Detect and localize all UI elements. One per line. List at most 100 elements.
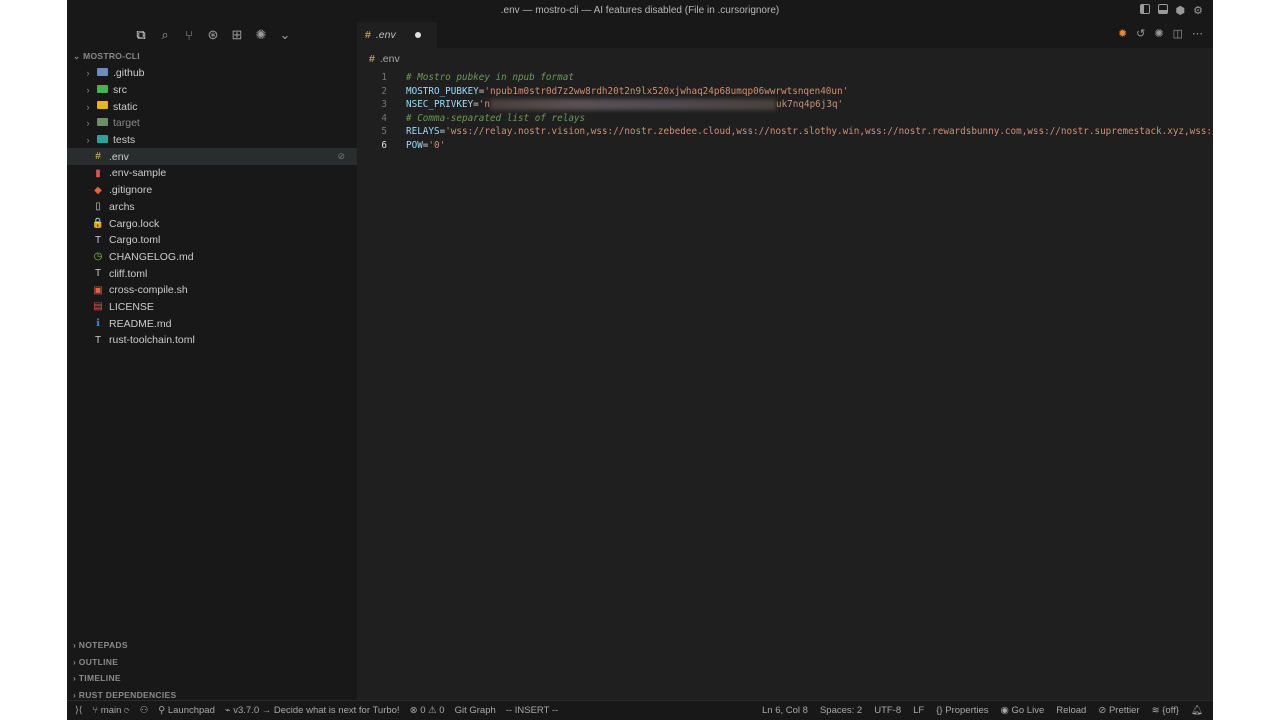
outline-section[interactable]: › OUTLINE: [73, 657, 118, 667]
search-icon[interactable]: ⌕: [153, 23, 177, 47]
source-control-icon[interactable]: ⑂: [177, 23, 201, 47]
tree-folder[interactable]: › static: [67, 98, 357, 115]
encoding[interactable]: UTF-8: [874, 705, 901, 716]
settings-gear-icon[interactable]: ⚙: [1193, 4, 1203, 18]
prettier-item[interactable]: ⊘ Prettier: [1098, 705, 1139, 716]
tree-folder[interactable]: › tests: [67, 132, 357, 149]
tree-file[interactable]: ▣ cross-compile.sh: [67, 282, 357, 299]
toggle-sidebar-icon[interactable]: [1139, 4, 1150, 14]
branch-icon: ⑂: [92, 705, 101, 716]
rust-dependencies-section[interactable]: › RUST DEPENDENCIES: [73, 690, 176, 700]
status-bar: ⟩⟨ ⑂ main ⟳ ⚇ ⚲ Launchpad ⌁ v3.7.0 → Dec…: [67, 700, 1213, 720]
indentation[interactable]: Spaces: 2: [820, 705, 862, 716]
file-type-icon: T: [94, 234, 102, 246]
tree-item-label: cliff.toml: [109, 267, 148, 280]
tree-item-label: archs: [109, 200, 135, 213]
tree-item-label: tests: [113, 134, 136, 147]
chevron-down-icon[interactable]: ⌄: [273, 23, 297, 47]
end-of-line[interactable]: LF: [913, 705, 924, 716]
accounts-icon[interactable]: ⚇: [140, 705, 149, 716]
tree-file[interactable]: # .env ⊘: [67, 148, 357, 166]
branch-item[interactable]: ⑂ main ⟳: [92, 705, 129, 716]
file-type-icon: ▮: [95, 167, 101, 179]
tree-file[interactable]: ▮ .env-sample: [67, 165, 357, 182]
explorer-icon[interactable]: ⧉: [129, 23, 153, 47]
version-message[interactable]: ⌁ v3.7.0 → Decide what is next for Turbo…: [225, 705, 400, 716]
code-line: 4 # Comma-separated list of relays: [357, 113, 1213, 127]
openai-icon[interactable]: ✺: [1154, 27, 1163, 41]
tree-folder[interactable]: › .github: [67, 65, 357, 82]
chevron-right-icon: ›: [86, 118, 90, 129]
env-key: RELAYS: [406, 126, 440, 138]
toggle-panel-icon[interactable]: [1157, 4, 1168, 14]
wifi-icon: ≋: [1151, 705, 1163, 716]
tree-folder[interactable]: › src: [67, 82, 357, 99]
env-value-start: 'n: [478, 99, 490, 111]
file-type-icon: ◆: [94, 184, 102, 196]
problems-item[interactable]: ⊗ 0 ⚠ 0: [410, 705, 445, 716]
tree-item-label: Cargo.toml: [109, 234, 161, 247]
comment: # Comma-separated list of relays: [406, 112, 586, 124]
notepads-section[interactable]: › NOTEPADS: [73, 640, 128, 650]
remote-icon[interactable]: ⟩⟨: [75, 705, 82, 716]
tree-file[interactable]: ▤ LICENSE: [67, 299, 357, 316]
file-type-icon: 🔒: [91, 218, 105, 230]
launchpad-item[interactable]: ⚲ Launchpad: [158, 705, 215, 716]
copilot-off-item[interactable]: ≋ {off}: [1152, 705, 1179, 716]
breadcrumb-label: .env: [379, 53, 400, 65]
file-type-icon: T: [94, 334, 102, 346]
split-editor-icon[interactable]: ◫: [1173, 27, 1183, 41]
unsaved-dot-icon[interactable]: [414, 32, 421, 38]
tree-file[interactable]: 🔒 Cargo.lock: [67, 215, 357, 232]
env-value-end: uk7nq4p6j3q': [775, 99, 844, 111]
explorer-root-header[interactable]: ⌄ MOSTRO-CLI: [73, 51, 140, 62]
tree-file[interactable]: T Cargo.toml: [67, 232, 357, 249]
go-live-item[interactable]: ◉ Go Live: [1001, 705, 1045, 716]
extensions-shield-icon[interactable]: ⬢: [1176, 4, 1186, 18]
tree-item-label: target: [113, 117, 140, 130]
tree-item-label: LICENSE: [109, 300, 154, 313]
timeline-section[interactable]: › TIMELINE: [73, 673, 121, 683]
comment: # Mostro pubkey in npub format: [406, 72, 574, 83]
line-number: 5: [381, 126, 387, 138]
tab-env[interactable]: # .env: [357, 22, 437, 48]
tree-item-label: README.md: [109, 317, 172, 330]
more-actions-icon[interactable]: ⋯: [1192, 27, 1203, 41]
line-number: 4: [381, 112, 387, 124]
cursor-position[interactable]: Ln 6, Col 8: [762, 705, 808, 716]
code-line: 3 NSEC_PRIVKEY='n uk7nq4p6j3q': [357, 99, 1213, 113]
properties-item[interactable]: {} Properties: [936, 705, 988, 716]
spark-icon[interactable]: ✹: [1118, 27, 1127, 41]
chevron-right-icon: ›: [86, 135, 90, 146]
title-bar: .env — mostro-cli — AI features disabled…: [67, 0, 1213, 22]
hash-file-icon: #: [369, 53, 375, 65]
git-graph-item[interactable]: Git Graph: [455, 705, 496, 716]
tree-file[interactable]: ▯ archs: [67, 199, 357, 216]
tree-file[interactable]: Tcliff.toml: [67, 265, 357, 282]
reload-item[interactable]: Reload: [1056, 705, 1086, 716]
code-editor[interactable]: 1 # Mostro pubkey in npub format 2 MOSTR…: [357, 70, 1213, 700]
notifications-bell-icon[interactable]: 🔔︎: [1191, 705, 1203, 716]
tree-file[interactable]: Trust-toolchain.toml: [67, 332, 357, 349]
tree-file[interactable]: ◷ CHANGELOG.md: [67, 249, 357, 266]
tree-folder[interactable]: › target: [67, 115, 357, 132]
openai-icon[interactable]: ✺: [249, 23, 273, 47]
tree-file[interactable]: ℹ README.md: [67, 315, 357, 332]
tree-item-label: static: [113, 100, 138, 113]
env-key: POW: [406, 140, 423, 151]
ignored-icon: ⊘: [337, 151, 345, 162]
extensions-icon[interactable]: ⊞: [225, 23, 249, 47]
tree-file[interactable]: ◆ .gitignore: [67, 182, 357, 199]
check-icon: ⊘: [1098, 705, 1109, 716]
file-type-icon: ▯: [95, 201, 101, 213]
breadcrumb[interactable]: # .env: [357, 48, 1213, 70]
debug-icon[interactable]: ⊛: [201, 23, 225, 47]
launchpad-icon: ⚲: [158, 705, 168, 716]
folder-icon: [95, 117, 109, 129]
tab-label: .env: [375, 29, 396, 41]
window-title: .env — mostro-cli — AI features disabled…: [500, 5, 780, 16]
tree-item-label: CHANGELOG.md: [109, 250, 194, 263]
folder-icon: [95, 134, 109, 146]
history-icon[interactable]: ↺: [1136, 27, 1145, 41]
explorer-sidebar: ⌄ MOSTRO-CLI › .github › src › static › target ›…: [67, 48, 357, 700]
